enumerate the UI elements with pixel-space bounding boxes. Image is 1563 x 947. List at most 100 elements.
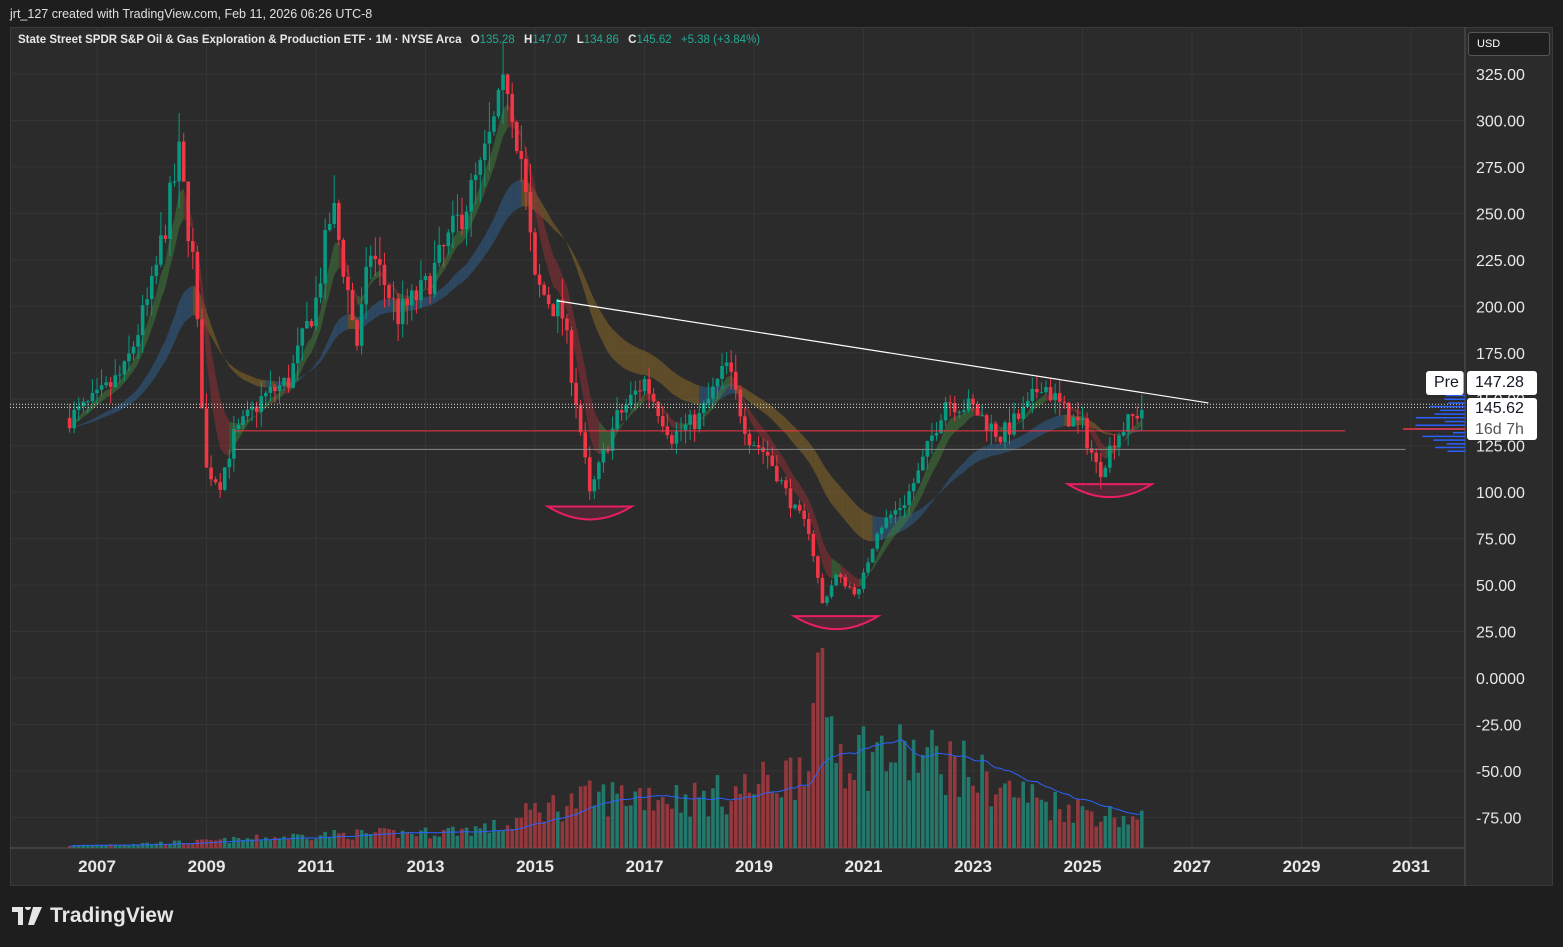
x-tick-label: 2013 [407,857,445,876]
candle-body [829,585,834,597]
price-chart[interactable]: 325.00 300.00 275.00 250.00 225.00 200.00 175.… [10,27,1553,886]
volume-bar [232,836,236,848]
long-ma-ribbon [343,313,348,332]
candle-body [505,74,510,95]
short-ma-ribbon [452,231,458,254]
volume-bar [286,838,291,848]
volume-bar [314,838,318,848]
long-ma-ribbon [845,492,850,526]
long-ma-ribbon [375,300,380,318]
candle-body [610,428,615,452]
long-ma-ribbon [863,510,869,541]
short-ma-ribbon [535,186,540,237]
volume-bar [387,829,391,848]
candle [1057,380,1062,416]
short-ma-ribbon [594,410,599,455]
candle [875,531,879,552]
currency-selector[interactable]: USD [1468,32,1550,56]
volume-bar [264,837,268,848]
candle [761,438,765,464]
candle [309,318,314,329]
short-ma-ribbon [1096,433,1101,456]
short-ma-ribbon [544,224,549,272]
long-ma-ribbon [211,324,216,345]
candle-body [857,588,861,595]
volume-bar [980,754,984,848]
volume-bar [432,835,437,848]
long-ma-ribbon [334,319,339,341]
candle-body [501,74,505,90]
candle [1108,437,1112,473]
long-ma-ribbon [1000,441,1005,455]
long-ma-ribbon [316,357,321,367]
short-ma-ribbon [493,126,499,168]
long-ma-ribbon [854,502,859,537]
volume-bar [446,828,451,848]
candle-body [136,335,140,347]
candle [492,111,496,136]
x-tick-label: 2019 [735,857,773,876]
candle-body [642,378,647,392]
candle [975,400,980,416]
candle [574,367,578,419]
candle [984,413,989,442]
volume-bar [1089,811,1094,848]
short-ma-ribbon [284,387,289,395]
volume-bar [966,776,971,848]
candle [724,351,729,375]
volume-bar [1108,806,1112,848]
long-ma-ribbon [92,416,97,422]
volume-bar [368,833,373,848]
long-ma-ribbon [772,406,777,425]
volume-bar [724,814,729,848]
tradingview-logo[interactable]: TradingView [12,904,173,928]
candle-body [848,586,852,588]
candle [679,417,683,442]
candle-body [1035,388,1039,393]
candle [1062,395,1067,410]
candle-body [524,158,528,193]
short-ma-ribbon [489,144,494,180]
long-ma-ribbon [133,388,139,402]
logo-text: TradingView [50,904,174,927]
volume-bar [1039,799,1044,848]
candle [994,420,998,443]
volume-bar [838,744,843,848]
long-ma-ribbon [247,375,253,384]
short-ma-ribbon [133,352,139,371]
symbol-legend: State Street SPDR S&P Oil & Gas Explorat… [18,34,760,46]
candle [1044,380,1048,395]
candle-body [889,514,893,518]
candle-body [405,298,410,306]
short-ma-ribbon [311,324,316,353]
long-ma-ribbon [106,409,111,417]
candle-body [870,548,875,563]
short-ma-ribbon [548,240,554,287]
symbol-title[interactable]: State Street SPDR S&P Oil & Gas Explorat… [18,34,461,46]
candle-body [428,275,432,295]
long-ma-ribbon [466,257,472,279]
candle-body [733,371,738,390]
candle-body [756,445,761,448]
short-ma-ribbon [749,409,754,428]
y-tick-label: 225.00 [1476,253,1525,270]
candle-body [697,413,702,430]
candle-body [902,505,907,509]
candle-body [806,518,811,534]
candle [191,228,195,270]
volume-bar [341,832,346,848]
long-ma-ribbon [270,380,275,388]
long-ma-ribbon [183,288,189,324]
candle-body [113,375,118,387]
short-ma-ribbon [630,404,636,416]
candle [670,432,674,450]
candle-body [984,415,989,431]
candle-body [455,214,460,216]
volume-bar [300,834,305,848]
candle-body [186,181,191,242]
candle-body [286,377,291,388]
volume-bar [866,790,870,848]
candle [948,395,952,417]
candle-body [715,378,720,387]
long-ma-ribbon [128,393,134,405]
